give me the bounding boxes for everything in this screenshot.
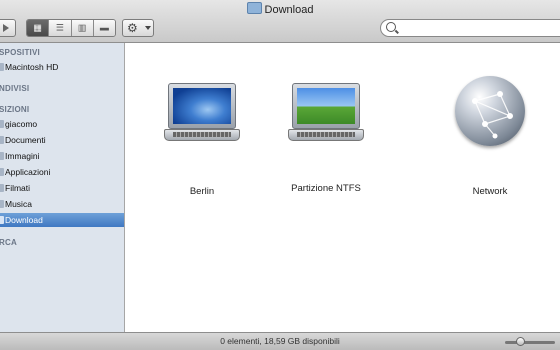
file-browser: Berlin Partizione NTFS Network: [126, 43, 560, 332]
sidebar-item-applicazioni[interactable]: Applicazioni: [0, 165, 124, 179]
item-partizione-ntfs[interactable]: Partizione NTFS: [266, 83, 386, 203]
item-label: Partizione NTFS: [291, 183, 361, 194]
search-icon: [386, 22, 396, 32]
sidebar-section-condivisi: NDIVISI: [0, 84, 30, 93]
item-label: Berlin: [189, 186, 215, 197]
coverflow-view-icon: ▬: [99, 22, 109, 33]
window-title: Download: [0, 2, 560, 17]
icon-view-icon: ▦: [33, 22, 42, 33]
sidebar-item-download[interactable]: Download: [0, 213, 124, 227]
folder-icon: [0, 136, 4, 144]
home-icon: [0, 120, 4, 128]
sidebar-item-giacomo[interactable]: giacomo: [0, 117, 124, 131]
forward-button[interactable]: [0, 19, 16, 37]
sidebar-item-filmati[interactable]: Filmati: [0, 181, 124, 195]
gear-icon: ⚙: [127, 21, 138, 35]
download-folder-icon: [0, 216, 4, 224]
finder-window: Download ▦ ☰ ▥ ▬ ⚙ SPOSITIVI Macintosh H…: [0, 0, 560, 350]
column-view-button[interactable]: ▥: [70, 20, 93, 36]
item-label: Network: [472, 186, 508, 197]
list-view-icon: ☰: [55, 22, 64, 33]
sidebar-item-macintosh-hd[interactable]: Macintosh HD: [0, 60, 124, 74]
icon-size-slider-handle[interactable]: [516, 337, 525, 346]
applications-icon: [0, 168, 4, 176]
hard-disk-icon: [0, 63, 4, 71]
list-view-button[interactable]: ☰: [48, 20, 71, 36]
action-menu-button[interactable]: ⚙: [122, 19, 154, 37]
status-text: 0 elementi, 18,59 GB disponibili: [220, 336, 340, 346]
column-view-icon: ▥: [77, 22, 87, 33]
chevron-down-icon: [145, 26, 151, 30]
folder-icon: [0, 184, 4, 192]
sidebar: SPOSITIVI Macintosh HD NDIVISI SIZIONI g…: [0, 43, 125, 332]
network-globe-icon: [455, 76, 525, 146]
sidebar-section-posizioni: SIZIONI: [0, 105, 30, 114]
toolbar: Download ▦ ☰ ▥ ▬ ⚙: [0, 0, 560, 43]
sidebar-item-immagini[interactable]: Immagini: [0, 149, 124, 163]
folder-icon: [246, 2, 262, 14]
item-berlin[interactable]: Berlin: [142, 83, 262, 203]
icon-view-button[interactable]: ▦: [27, 20, 49, 36]
icon-size-slider-track[interactable]: [505, 341, 555, 344]
play-triangle-icon: [3, 24, 9, 32]
status-bar: 0 elementi, 18,59 GB disponibili: [0, 332, 560, 350]
folder-icon: [0, 152, 4, 160]
view-mode-switcher: ▦ ☰ ▥ ▬: [26, 19, 116, 37]
music-icon: [0, 200, 4, 208]
sidebar-item-documenti[interactable]: Documenti: [0, 133, 124, 147]
search-field[interactable]: [380, 19, 560, 37]
item-network[interactable]: Network: [430, 76, 550, 206]
sidebar-section-dispositivi: SPOSITIVI: [0, 48, 40, 57]
coverflow-view-button[interactable]: ▬: [92, 20, 115, 36]
window-title-text: Download: [264, 4, 314, 16]
sidebar-section-cerca: RCA: [0, 238, 17, 247]
sidebar-item-musica[interactable]: Musica: [0, 197, 124, 211]
